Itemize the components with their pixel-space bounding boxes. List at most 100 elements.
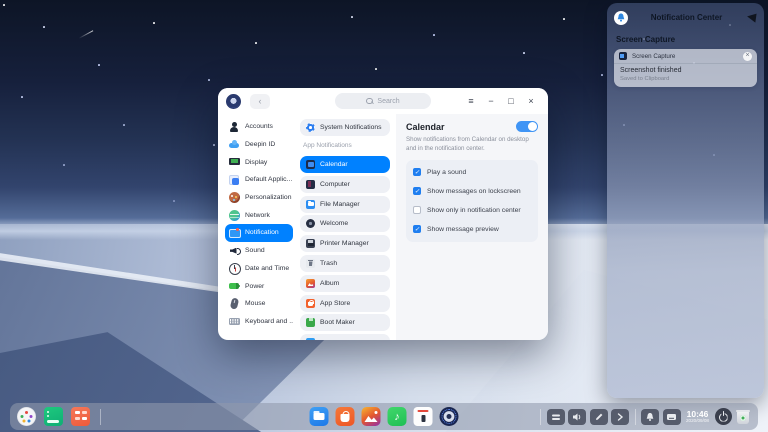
bell-icon [617,13,625,22]
app-row-welcome[interactable]: Welcome [300,215,390,232]
app-row-partial[interactable] [300,334,390,340]
option-play-a-sound[interactable]: ✓ Play a sound [413,163,531,182]
sidebar-item-accounts[interactable]: Accounts [225,118,293,136]
clear-all-icon [746,12,756,22]
music-dock-icon[interactable]: ♪ [388,407,407,426]
notification-body: Saved to Clipboard [620,76,751,82]
battery-icon [228,280,240,292]
dock-clock[interactable]: 10:46 2020/09/08 [686,410,709,424]
sidebar-item-keyboard[interactable]: Keyboard and ... [225,313,293,331]
minimize-button[interactable]: − [482,93,500,109]
app-row-trash[interactable]: Trash [300,255,390,272]
checkbox-checked-icon[interactable]: ✓ [413,187,421,195]
app-row-app-store[interactable]: App Store [300,295,390,312]
titlebar[interactable]: ‹ Search ≡ − □ × [218,88,548,114]
default-apps-icon [228,174,240,186]
notification-app-name: Screen Capture [632,53,738,60]
checkbox-checked-icon[interactable]: ✓ [413,225,421,233]
printer-icon [306,239,315,248]
sidebar-item-default-applications[interactable]: Default Applic... [225,171,293,189]
screen-capture-icon [619,52,627,60]
pencil-icon [594,412,604,422]
app-row-calendar[interactable]: Calendar [300,156,390,173]
speaker-icon [228,245,240,257]
onboard-keyboard-button[interactable] [547,409,565,425]
app-icon [306,338,315,340]
app-grid-icon[interactable] [71,407,90,426]
app-row-computer[interactable]: Computer [300,176,390,193]
detail-description: Show notifications from Calendar on desk… [406,136,530,154]
sidebar-item-mouse[interactable]: Mouse [225,295,293,313]
keyboard-layout-button[interactable] [663,409,681,425]
tray-separator [635,409,636,425]
calendar-app-icon [306,160,315,169]
shutdown-button[interactable] [715,408,732,425]
checkbox-checked-icon[interactable]: ✓ [413,168,421,176]
notification-bubble-icon [228,227,240,239]
sidebar-item-personalization[interactable]: Personalization [225,189,293,207]
trash-dock-icon[interactable] [735,408,751,425]
sidebar-item-sound[interactable]: Sound [225,242,293,260]
tray-expand-button[interactable] [611,409,629,425]
control-center-dock-icon[interactable] [440,407,459,426]
list-board-icon[interactable] [44,407,63,426]
dock-separator [100,409,101,425]
calendar-dock-icon[interactable] [414,407,433,426]
calendar-notifications-toggle[interactable] [516,121,538,132]
volume-icon [572,412,582,422]
back-button[interactable]: ‹ [250,94,270,109]
calendar-notification-settings: Calendar Show notifications from Calenda… [396,114,548,340]
app-row-album[interactable]: Album [300,275,390,292]
maximize-button[interactable]: □ [502,93,520,109]
onboard-keyboard-icon [551,412,561,422]
option-show-only-in-notification-center[interactable]: Show only in notification center [413,201,531,220]
control-center-logo-icon [226,94,241,109]
sidebar-item-network[interactable]: Network [225,206,293,224]
app-row-file-manager[interactable]: File Manager [300,196,390,213]
sidebar-item-power[interactable]: Power [225,277,293,295]
option-show-messages-on-lockscreen[interactable]: ✓ Show messages on lockscreen [413,182,531,201]
user-icon [228,121,240,133]
clear-all-button[interactable] [745,12,757,24]
app-row-system-notifications[interactable]: System Notifications [300,119,390,136]
notification-title: Screenshot finished [620,67,751,74]
welcome-icon [306,219,315,228]
sidebar-item-notification[interactable]: Notification [225,224,293,242]
checkbox-unchecked-icon[interactable] [413,206,421,214]
search-box[interactable]: Search [335,93,431,109]
app-store-dock-icon[interactable] [336,407,355,426]
launcher-icon[interactable] [17,407,36,426]
app-row-boot-maker[interactable]: Boot Maker [300,314,390,331]
boot-maker-icon [306,318,315,327]
file-manager-dock-icon[interactable] [310,407,329,426]
bell-icon [645,412,655,422]
notification-close-button[interactable]: × [743,52,752,61]
photos-dock-icon[interactable] [362,407,381,426]
volume-button[interactable] [568,409,586,425]
notification-group-title: Screen Capture [616,35,757,44]
sidebar-item-deepin-id[interactable]: Deepin ID [225,136,293,154]
gear-icon [306,123,315,132]
search-placeholder: Search [377,98,399,105]
notification-bell-button[interactable] [641,409,659,425]
app-row-printer-manager[interactable]: Printer Manager [300,235,390,252]
control-center-window: ‹ Search ≡ − □ × Accounts Dee [218,88,548,340]
file-manager-icon [306,200,315,209]
sidebar-item-display[interactable]: Display [225,153,293,171]
stars [3,4,5,6]
menu-button[interactable]: ≡ [462,93,480,109]
settings-sidebar: Accounts Deepin ID Display Default Appli… [218,114,296,340]
mouse-icon [228,298,240,310]
notification-center-panel: Notification Center Screen Capture Scree… [607,3,764,398]
close-button[interactable]: × [522,93,540,109]
bell-badge [614,11,628,25]
screenshot-button[interactable] [590,409,608,425]
sidebar-item-date-and-time[interactable]: Date and Time [225,260,293,278]
detail-title: Calendar [406,122,445,132]
notification-app-list: System Notifications App Notifications C… [296,114,396,340]
search-icon [366,98,373,105]
app-store-icon [306,299,315,308]
trash-lid [736,410,750,412]
notification-card[interactable]: Screen Capture × Screenshot finished Sav… [614,49,757,87]
option-show-message-preview[interactable]: ✓ Show message preview [413,220,531,239]
